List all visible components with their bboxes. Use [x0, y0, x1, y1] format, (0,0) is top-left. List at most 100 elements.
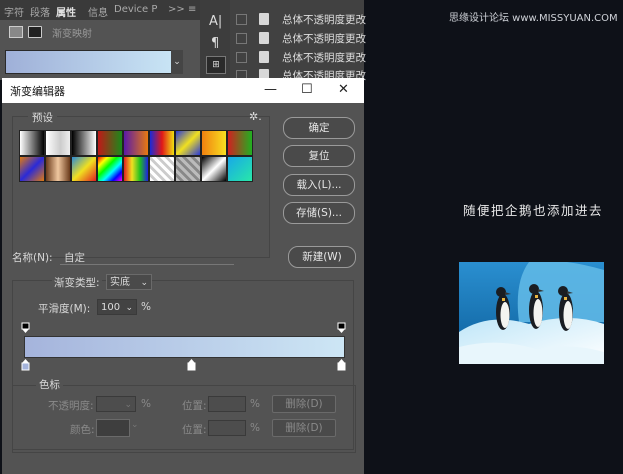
panel-tab-bar: 字符 段落 属性 信息 Device P >> ≡: [0, 0, 200, 20]
preset-swatch[interactable]: [71, 156, 97, 182]
side-toolbar: A| ¶ ⊞: [200, 0, 230, 80]
gradient-type-label: 渐变类型:: [52, 275, 102, 290]
color-location-input[interactable]: [208, 420, 246, 436]
preset-swatch[interactable]: [175, 156, 201, 182]
preset-swatch[interactable]: [45, 130, 71, 156]
preset-swatch[interactable]: [227, 130, 253, 156]
history-item-label: 总体不透明度更改: [282, 52, 366, 64]
preset-swatch[interactable]: [97, 156, 123, 182]
history-item[interactable]: 总体不透明度更改: [230, 48, 366, 66]
preset-swatch[interactable]: [123, 130, 149, 156]
tab-properties[interactable]: 属性: [56, 4, 76, 19]
adjustment-layer-icon: [9, 26, 23, 38]
preset-swatch[interactable]: [19, 130, 45, 156]
history-item-label: 总体不透明度更改: [282, 14, 366, 26]
opacity-location-label: 位置:: [182, 400, 207, 412]
document-icon: [259, 32, 269, 44]
opacity-input[interactable]: ⌄: [96, 396, 136, 412]
opacity-delete-button[interactable]: 删除(D): [272, 395, 336, 413]
smoothness-value: 100: [101, 302, 121, 313]
checkbox-icon[interactable]: [236, 52, 247, 63]
load-button[interactable]: 载入(L)...: [283, 174, 355, 196]
properties-panel: 字符 段落 属性 信息 Device P >> ≡ 渐变映射 ⌄: [0, 0, 200, 80]
history-item-label: 总体不透明度更改: [282, 33, 366, 45]
color-stop-right[interactable]: [337, 359, 346, 371]
panel-menu-icon[interactable]: ≡: [188, 4, 196, 15]
opacity-location-input[interactable]: [208, 396, 246, 412]
history-item[interactable]: 总体不透明度更改: [230, 29, 366, 47]
gradient-dropdown-chevron-icon[interactable]: ⌄: [171, 50, 183, 74]
checkbox-icon[interactable]: [236, 33, 247, 44]
preset-swatch[interactable]: [201, 130, 227, 156]
color-delete-button[interactable]: 删除(D): [272, 419, 336, 437]
chevron-down-icon: ⌄: [131, 420, 139, 430]
opacity-label: 不透明度:: [48, 400, 94, 412]
gradient-editor-dialog: 渐变编辑器 — ☐ ✕ 预设 ✲. 确定 复位 载入(L)... 存储(S)..…: [2, 78, 364, 474]
reset-button[interactable]: 复位: [283, 145, 355, 167]
preset-swatch-grid: [19, 130, 255, 182]
dialog-title: 渐变编辑器: [10, 85, 65, 98]
history-panel: 总体不透明度更改 总体不透明度更改 总体不透明度更改 总体不透明度更改: [230, 0, 366, 82]
preset-swatch[interactable]: [19, 156, 45, 182]
color-location-label: 位置:: [182, 424, 207, 436]
ok-button[interactable]: 确定: [283, 117, 355, 139]
tab-info[interactable]: 信息: [88, 4, 108, 19]
history-item[interactable]: 总体不透明度更改: [230, 10, 366, 28]
document-icon: [259, 51, 269, 63]
tab-character[interactable]: 字符: [4, 4, 24, 19]
chevron-down-icon: ⌄: [140, 278, 148, 288]
gradient-preview-bar[interactable]: [24, 336, 345, 358]
checkbox-icon[interactable]: [236, 14, 247, 25]
chevron-down-icon: ⌄: [124, 400, 132, 410]
watermark: 思缘设计论坛 www.MISSYUAN.COM: [449, 13, 618, 24]
gear-icon[interactable]: ✲.: [249, 110, 262, 123]
tab-paragraph[interactable]: 段落: [30, 4, 50, 19]
opacity-stop-right[interactable]: [337, 322, 346, 334]
color-label: 颜色:: [70, 424, 95, 436]
smoothness-input[interactable]: 100 ⌄: [97, 299, 137, 315]
color-location-percent: %: [250, 422, 260, 434]
document-icon: [259, 13, 269, 25]
color-stop-left[interactable]: [21, 359, 30, 371]
close-icon[interactable]: ✕: [338, 82, 349, 97]
properties-icon[interactable]: ⊞: [206, 56, 226, 74]
penguin-photo: [459, 262, 604, 364]
maximize-icon[interactable]: ☐: [301, 82, 313, 97]
preset-swatch[interactable]: [175, 130, 201, 156]
tabs-overflow-button[interactable]: >>: [168, 4, 185, 15]
opacity-location-percent: %: [250, 398, 260, 410]
smoothness-percent: %: [141, 301, 151, 313]
gradient-type-select[interactable]: 实底 ⌄: [106, 274, 152, 290]
save-button[interactable]: 存储(S)...: [283, 202, 355, 224]
minimize-icon[interactable]: —: [264, 82, 277, 97]
presets-label: 预设: [28, 110, 57, 125]
name-input-underline: [60, 264, 234, 265]
name-input[interactable]: 自定: [64, 250, 85, 265]
preset-swatch[interactable]: [149, 130, 175, 156]
preset-swatch[interactable]: [201, 156, 227, 182]
color-midpoint-stop[interactable]: [187, 359, 196, 371]
character-panel-icon[interactable]: A|: [209, 14, 222, 29]
new-button[interactable]: 新建(W): [288, 246, 356, 268]
paragraph-icon[interactable]: ¶: [211, 36, 219, 51]
layer-mask-icon[interactable]: [28, 26, 42, 38]
tab-device-preview[interactable]: Device P: [114, 4, 157, 15]
gradient-type-value: 实底: [110, 277, 130, 288]
dialog-titlebar[interactable]: 渐变编辑器 — ☐ ✕: [2, 78, 364, 103]
name-label: 名称(N):: [12, 252, 53, 264]
smoothness-label: 平滑度(M):: [38, 303, 91, 315]
caption-text: 随便把企鹅也添加进去: [463, 203, 604, 218]
color-stops-label: 色标: [36, 377, 63, 392]
chevron-down-icon: ⌄: [125, 303, 133, 313]
preset-swatch[interactable]: [227, 156, 253, 182]
opacity-percent: %: [141, 398, 151, 410]
opacity-stop-left[interactable]: [21, 322, 30, 334]
gradient-map-preview[interactable]: [5, 50, 172, 74]
preset-swatch[interactable]: [71, 130, 97, 156]
color-swatch[interactable]: [96, 419, 130, 437]
preset-swatch[interactable]: [123, 156, 149, 182]
preset-swatch[interactable]: [149, 156, 175, 182]
panel-subtitle: 渐变映射: [52, 29, 92, 40]
preset-swatch[interactable]: [97, 130, 123, 156]
preset-swatch[interactable]: [45, 156, 71, 182]
